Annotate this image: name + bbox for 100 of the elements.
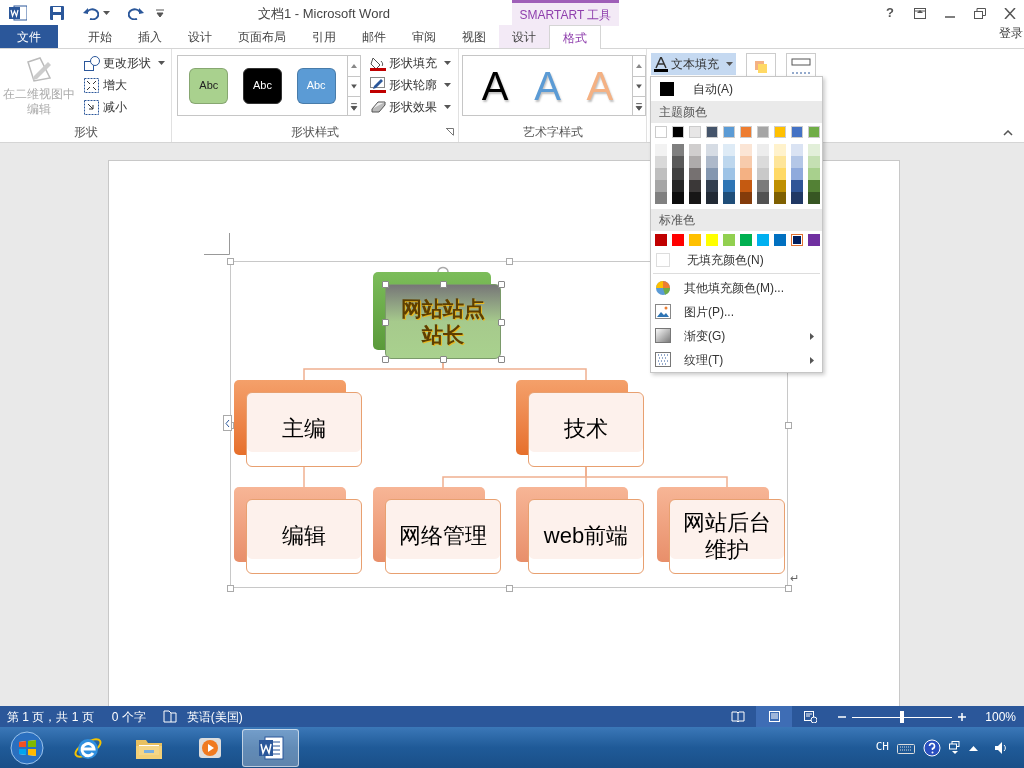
color-swatch[interactable] xyxy=(791,126,803,138)
word-count[interactable]: 0 个字 xyxy=(111,707,146,726)
color-swatch[interactable] xyxy=(774,126,786,138)
color-swatch[interactable] xyxy=(689,234,701,246)
ribbon-button[interactable]: 增大 xyxy=(83,74,166,96)
color-swatch[interactable] xyxy=(757,168,769,180)
color-swatch[interactable] xyxy=(655,180,667,192)
color-swatch[interactable] xyxy=(791,156,803,168)
resize-handle[interactable] xyxy=(506,585,513,592)
selection-handle[interactable] xyxy=(382,281,389,288)
save-icon[interactable] xyxy=(49,5,65,21)
color-swatch[interactable] xyxy=(689,156,701,168)
color-swatch[interactable] xyxy=(706,168,718,180)
start-button-icon[interactable] xyxy=(10,730,44,765)
selection-handle[interactable] xyxy=(382,318,389,326)
color-swatch[interactable] xyxy=(723,144,735,156)
ribbon-tab[interactable]: 开始 xyxy=(75,25,125,48)
color-swatch[interactable] xyxy=(655,192,667,204)
color-swatch[interactable] xyxy=(689,180,701,192)
color-swatch[interactable] xyxy=(740,180,752,192)
text-fill-button[interactable]: 文本填充 xyxy=(651,53,736,75)
color-swatch[interactable] xyxy=(672,156,684,168)
color-swatch[interactable] xyxy=(740,126,752,138)
color-swatch[interactable] xyxy=(672,192,684,204)
color-swatch[interactable] xyxy=(740,168,752,180)
color-swatch[interactable] xyxy=(791,168,803,180)
color-swatch[interactable] xyxy=(757,192,769,204)
color-swatch[interactable] xyxy=(723,156,735,168)
input-language[interactable]: CH xyxy=(875,739,889,756)
shape-style-swatch[interactable]: Abc xyxy=(243,67,282,104)
selection-handle[interactable] xyxy=(498,356,505,363)
close-icon[interactable] xyxy=(1004,7,1016,19)
restore-icon[interactable] xyxy=(974,7,986,19)
color-swatch[interactable] xyxy=(655,126,667,138)
color-swatch[interactable] xyxy=(757,234,769,246)
ribbon-button[interactable]: 形状效果 xyxy=(369,96,452,118)
color-swatch[interactable] xyxy=(706,234,718,246)
shape-style-swatch[interactable]: Abc xyxy=(189,67,229,104)
wordart-style[interactable]: A xyxy=(479,63,511,108)
color-swatch[interactable] xyxy=(774,180,786,192)
help-icon[interactable] xyxy=(923,738,941,757)
color-swatch[interactable] xyxy=(689,126,701,138)
color-swatch[interactable] xyxy=(757,126,769,138)
ribbon-button[interactable]: 更改形状 xyxy=(83,52,166,74)
selection-handle[interactable] xyxy=(440,281,447,288)
color-swatch[interactable] xyxy=(808,180,820,192)
color-swatch[interactable] xyxy=(723,126,735,138)
color-swatch[interactable] xyxy=(808,126,820,138)
color-swatch[interactable] xyxy=(706,126,718,138)
color-swatch[interactable] xyxy=(808,192,820,204)
ribbon-button[interactable]: 减小 xyxy=(83,96,166,118)
color-swatch[interactable] xyxy=(672,126,684,138)
taskbar-button[interactable] xyxy=(242,728,299,767)
resize-handle[interactable] xyxy=(785,421,792,429)
color-swatch[interactable] xyxy=(689,144,701,156)
color-swatch[interactable] xyxy=(723,168,735,180)
color-swatch[interactable] xyxy=(808,168,820,180)
zoom-slider-thumb[interactable] xyxy=(900,710,905,723)
color-swatch[interactable] xyxy=(672,180,684,192)
color-swatch[interactable] xyxy=(655,144,667,156)
text-pane-toggle[interactable] xyxy=(223,415,232,431)
selection-handle[interactable] xyxy=(498,318,505,326)
ribbon-display-icon[interactable] xyxy=(914,7,926,19)
ribbon-tab[interactable]: 插入 xyxy=(125,25,175,48)
collapse-ribbon-icon[interactable] xyxy=(1003,130,1013,136)
zoom-slider[interactable] xyxy=(852,710,953,723)
color-swatch[interactable] xyxy=(655,156,667,168)
color-swatch[interactable] xyxy=(757,180,769,192)
ribbon-tab[interactable]: 文件 xyxy=(0,25,58,48)
zoom-level[interactable]: 100% xyxy=(985,707,1016,726)
ribbon-tab[interactable]: 引用 xyxy=(299,25,349,48)
windows-tray-icon[interactable] xyxy=(949,740,961,755)
keyboard-icon[interactable] xyxy=(897,741,915,754)
ribbon-button[interactable]: 形状轮廓 xyxy=(369,74,452,96)
sign-in-link[interactable]: 登录 xyxy=(999,24,1023,42)
color-swatch[interactable] xyxy=(757,156,769,168)
color-swatch[interactable] xyxy=(655,234,667,246)
ribbon-tab[interactable]: 设计 xyxy=(499,25,549,48)
selection-handle[interactable] xyxy=(498,281,505,288)
selection-handle[interactable] xyxy=(382,356,389,363)
color-swatch[interactable] xyxy=(689,168,701,180)
resize-handle[interactable] xyxy=(227,585,234,592)
redo-icon[interactable] xyxy=(128,6,144,20)
ribbon-tab[interactable]: 页面布局 xyxy=(225,25,299,48)
show-hidden-icons-icon[interactable] xyxy=(969,744,978,751)
proofing-icon[interactable] xyxy=(162,710,177,723)
color-swatch[interactable] xyxy=(774,144,786,156)
color-swatch[interactable] xyxy=(723,192,735,204)
color-swatch[interactable] xyxy=(689,192,701,204)
resize-handle[interactable] xyxy=(506,258,513,265)
language-indicator[interactable]: 英语(美国) xyxy=(186,707,243,726)
customize-icon[interactable] xyxy=(156,9,164,17)
ribbon-tab[interactable]: 邮件 xyxy=(349,25,399,48)
color-swatch[interactable] xyxy=(706,156,718,168)
ribbon-tab[interactable]: 审阅 xyxy=(399,25,449,48)
ribbon-tab[interactable]: 视图 xyxy=(449,25,499,48)
zoom-in-icon[interactable] xyxy=(958,712,967,721)
color-swatch[interactable] xyxy=(808,234,820,246)
automatic-color-item[interactable]: 自动(A) xyxy=(651,77,822,101)
help-button[interactable]: ? xyxy=(875,3,905,23)
